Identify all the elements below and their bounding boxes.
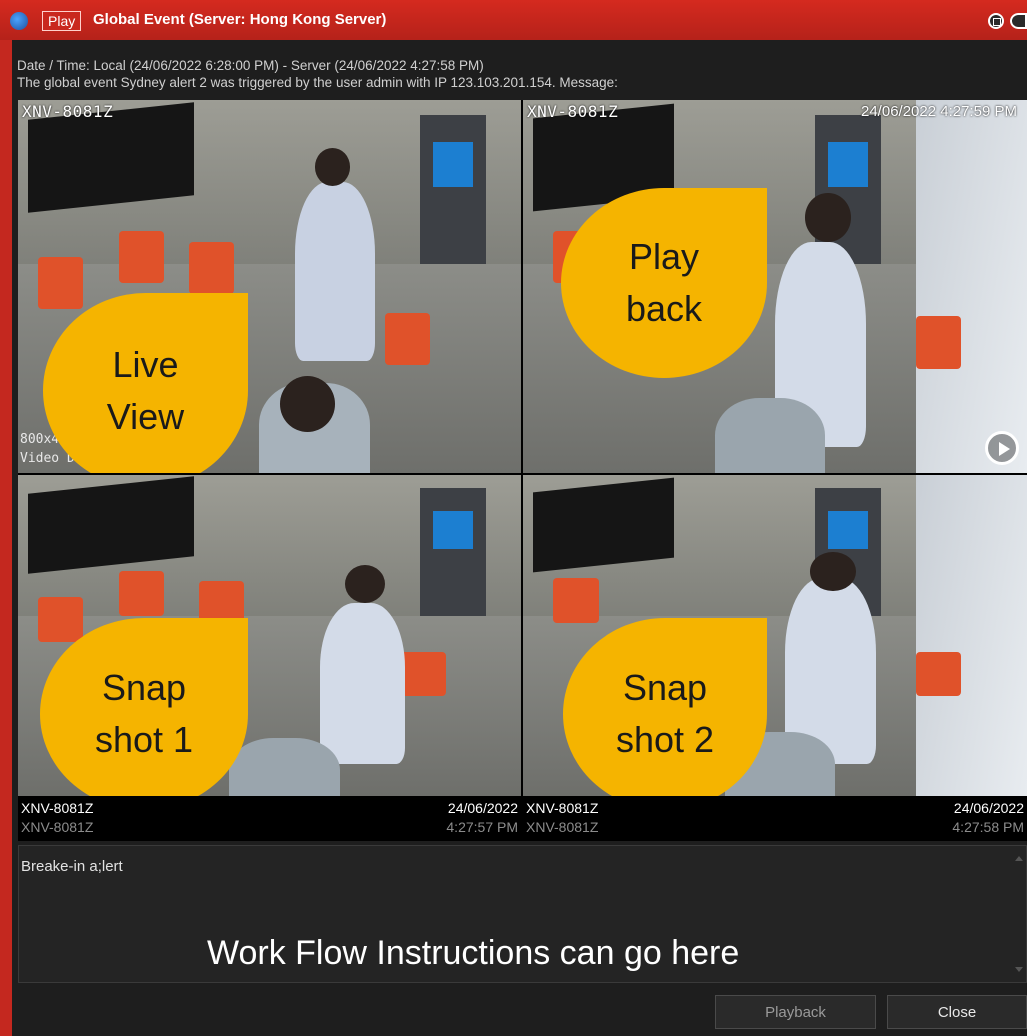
title-bar[interactable]: Play Global Event (Server: Hong Kong Ser… [0, 0, 1027, 40]
callout-snapshot-1: Snap shot 1 [40, 618, 248, 796]
scroll-down-icon[interactable] [1015, 967, 1023, 972]
global-event-window: Play Global Event (Server: Hong Kong Ser… [0, 0, 1027, 1036]
callout-live-view: Live View [43, 293, 248, 473]
window-title: Global Event (Server: Hong Kong Server) [93, 11, 387, 28]
caption-camera-name: XNV-8081Z [21, 800, 94, 816]
app-icon [10, 12, 28, 30]
close-window-icon[interactable] [1010, 13, 1027, 29]
restore-icon[interactable] [988, 13, 1004, 29]
event-info: Date / Time: Local (24/06/2022 6:28:00 P… [17, 57, 618, 91]
camera-label: XNV-8081Z [22, 102, 114, 121]
callout-playback: Play back [561, 188, 767, 378]
mode-badge: Play [42, 11, 82, 31]
caption-camera-name: XNV-8081Z [526, 800, 599, 816]
snapshot-1-tile[interactable]: Snap shot 1 [18, 475, 521, 796]
caption-camera-sub: XNV-8081Z [21, 819, 94, 835]
caption-time: 4:27:57 PM [446, 819, 518, 835]
caption-date: 24/06/2022 [447, 800, 518, 816]
message-text: Breake-in a;lert [21, 858, 123, 875]
live-view-tile[interactable]: XNV-8081Z 800x4 Video Dec Live View [18, 100, 521, 473]
playback-button[interactable]: Playback [715, 995, 876, 1029]
caption-camera-sub: XNV-8081Z [526, 819, 599, 835]
event-message-box[interactable]: Breake-in a;lert Work Flow Instructions … [18, 845, 1027, 983]
caption-time: 4:27:58 PM [952, 819, 1024, 835]
message-scrollbar[interactable] [1014, 850, 1024, 978]
playback-timestamp: 24/06/2022 4:27:59 PM [861, 103, 1017, 120]
caption-date: 24/06/2022 [953, 800, 1024, 816]
playback-tile[interactable]: XNV-8081Z 24/06/2022 4:27:59 PM Play bac… [523, 100, 1027, 473]
callout-snapshot-2: Snap shot 2 [563, 618, 767, 796]
event-datetime: Date / Time: Local (24/06/2022 6:28:00 P… [17, 58, 484, 73]
replay-icon[interactable] [985, 431, 1019, 465]
close-button[interactable]: Close [887, 995, 1027, 1029]
workflow-instructions: Work Flow Instructions can go here [207, 934, 740, 972]
event-content: Date / Time: Local (24/06/2022 6:28:00 P… [12, 40, 1027, 1036]
snapshot-2-tile[interactable]: Snap shot 2 [523, 475, 1027, 796]
scroll-up-icon[interactable] [1015, 856, 1023, 861]
camera-label: XNV-8081Z [527, 102, 619, 121]
camera-grid: XNV-8081Z 800x4 Video Dec Live View XNV-… [18, 100, 1027, 841]
event-message: The global event Sydney alert 2 was trig… [17, 75, 618, 90]
snapshot-2-caption: XNV-8081Z XNV-8081Z 24/06/2022 4:27:58 P… [523, 796, 1027, 841]
snapshot-1-caption: XNV-8081Z XNV-8081Z 24/06/2022 4:27:57 P… [18, 796, 521, 841]
